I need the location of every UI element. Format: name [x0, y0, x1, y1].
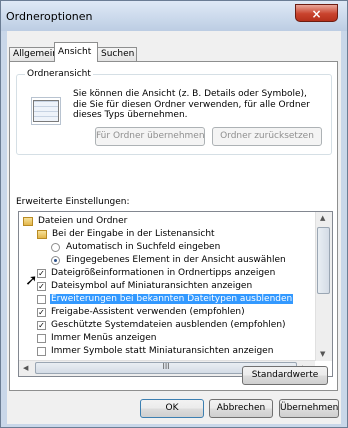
apply-button[interactable]: Übernehmen: [279, 399, 339, 418]
tree-item-files-folders[interactable]: Dateien und Ordner: [19, 216, 128, 227]
button-label: Ordner zurücksetzen: [220, 131, 314, 141]
tree-item-label: Dateien und Ordner: [38, 216, 128, 226]
title-bar[interactable]: Ordneroptionen ×: [1, 1, 347, 31]
tab-label: Suchen: [101, 49, 135, 59]
checkbox[interactable]: ✓: [37, 282, 46, 291]
folder-view-description: Sie können die Ansicht (z. B. Details od…: [73, 89, 310, 120]
checkbox[interactable]: [37, 334, 46, 343]
vertical-scroll-thumb[interactable]: [317, 227, 330, 294]
advanced-settings-tree[interactable]: Dateien und Ordner Bei der Eingabe in de…: [18, 211, 333, 377]
tab-label: Allgemein: [13, 49, 58, 59]
checkbox-label: Dateigrößeinformationen in Ordnertipps a…: [51, 268, 276, 278]
check-file-icon-thumbnails[interactable]: ✓ Dateisymbol auf Miniaturansichten anze…: [19, 281, 253, 292]
apply-to-folders-button[interactable]: Für Ordner übernehmen: [95, 127, 205, 146]
scroll-down-icon[interactable]: ▼: [320, 350, 325, 358]
scroll-grip-icon: III: [162, 362, 170, 371]
radio-auto-search[interactable]: Automatisch in Suchfeld eingeben: [19, 242, 221, 253]
cancel-button[interactable]: Abbrechen: [209, 399, 273, 418]
tab-allgemein[interactable]: Allgemein: [9, 47, 58, 61]
folder-view-group: Ordneransicht Sie können die Ansicht (z.…: [16, 69, 332, 155]
scroll-left-icon[interactable]: ◀: [23, 364, 28, 372]
vertical-scrollbar[interactable]: ▲ ▼: [315, 212, 332, 361]
checkbox[interactable]: ✓: [37, 308, 46, 317]
advanced-settings-label: Erweiterte Einstellungen:: [16, 197, 130, 207]
folder-options-window: Ordneroptionen × Allgemein Ansicht Suche…: [0, 0, 348, 428]
checkbox[interactable]: [37, 347, 46, 356]
tree-item-label: Bei der Eingabe in der Listenansicht: [52, 229, 215, 239]
checkbox[interactable]: ✓: [37, 269, 46, 278]
radio-label: Automatisch in Suchfeld eingeben: [66, 242, 221, 252]
checkbox-label: Geschützte Systemdateien ausblenden (emp…: [51, 320, 286, 330]
radio-select-item[interactable]: Eingegebenes Element in der Ansicht ausw…: [19, 255, 287, 266]
checkbox-label: Freigabe-Assistent verwenden (empfohlen): [51, 307, 245, 317]
radio-button[interactable]: [51, 243, 60, 252]
folder-icon: [37, 230, 47, 239]
folder-view-legend: Ordneransicht: [25, 69, 93, 79]
check-hide-system-files[interactable]: ✓ Geschützte Systemdateien ausblenden (e…: [19, 320, 287, 331]
folder-view-icon: [31, 97, 61, 125]
check-always-show-menus[interactable]: Immer Menüs anzeigen: [19, 333, 157, 344]
tab-ansicht[interactable]: Ansicht: [54, 42, 98, 62]
ok-button[interactable]: OK: [140, 399, 204, 418]
checkbox-label: Erweiterungen bei bekannten Dateitypen a…: [50, 294, 294, 304]
tab-label: Ansicht: [58, 47, 92, 57]
restore-defaults-button[interactable]: Standardwerte: [242, 366, 328, 385]
tree-item-listview-typing[interactable]: Bei der Eingabe in der Listenansicht: [19, 229, 216, 240]
checkbox[interactable]: [37, 295, 46, 304]
check-hide-extensions[interactable]: Erweiterungen bei bekannten Dateitypen a…: [19, 294, 294, 305]
scroll-up-icon[interactable]: ▲: [320, 214, 325, 222]
checkbox-label: Immer Menüs anzeigen: [51, 333, 157, 343]
radio-button-selected[interactable]: [51, 256, 60, 265]
check-sharing-wizard[interactable]: ✓ Freigabe-Assistent verwenden (empfohle…: [19, 307, 246, 318]
checkbox-label: Dateisymbol auf Miniaturansichten anzeig…: [51, 281, 253, 291]
button-label: Übernehmen: [280, 403, 339, 413]
button-label: Abbrechen: [216, 403, 266, 413]
check-file-size-info[interactable]: ✓ Dateigrößeinformationen in Ordnertipps…: [19, 268, 276, 279]
window-title: Ordneroptionen: [6, 10, 93, 23]
folder-icon: [23, 217, 33, 226]
reset-folders-button[interactable]: Ordner zurücksetzen: [212, 127, 322, 146]
close-icon: ×: [311, 7, 322, 21]
button-label: Für Ordner übernehmen: [96, 131, 205, 141]
radio-label: Eingegebenes Element in der Ansicht ausw…: [66, 255, 286, 265]
button-label: Standardwerte: [251, 370, 319, 380]
view-tab-panel: Ordneransicht Sie können die Ansicht (z.…: [9, 61, 338, 391]
check-icons-not-thumbnails[interactable]: Immer Symbole statt Miniaturansichten an…: [19, 346, 274, 357]
checkbox-label: Immer Symbole statt Miniaturansichten an…: [51, 346, 274, 356]
dialog-client-area: Allgemein Ansicht Suchen Ordneransicht S…: [7, 31, 341, 424]
checkbox[interactable]: ✓: [37, 321, 46, 330]
close-button[interactable]: ×: [295, 4, 338, 22]
button-label: OK: [165, 403, 179, 413]
tab-suchen[interactable]: Suchen: [97, 47, 137, 61]
mouse-pointer-icon: ➚: [25, 271, 38, 289]
